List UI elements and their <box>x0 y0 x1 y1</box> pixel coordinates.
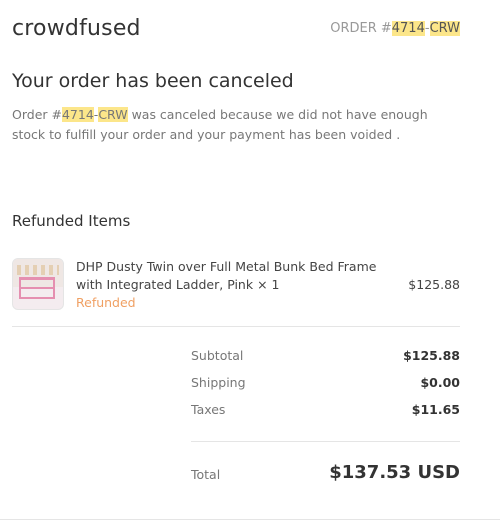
brand-name: crowdfused <box>12 16 141 41</box>
footer-divider <box>0 519 500 520</box>
order-summary: Subtotal $125.88 Shipping $0.00 Taxes $1… <box>191 348 460 429</box>
order-dash: - <box>424 21 430 36</box>
shipping-value: $0.00 <box>420 375 460 390</box>
message-order-number: 4714 <box>61 107 94 122</box>
refunded-items-title: Refunded Items <box>12 212 131 230</box>
refunded-item: DHP Dusty Twin over Full Metal Bunk Bed … <box>12 258 460 314</box>
cancel-message: Order #4714-CRW was canceled because we … <box>12 105 452 145</box>
item-name: DHP Dusty Twin over Full Metal Bunk Bed … <box>76 259 377 292</box>
order-reference: ORDER #4714-CRW <box>330 21 460 36</box>
taxes-value: $11.65 <box>411 402 460 417</box>
item-status: Refunded <box>76 295 136 310</box>
shipping-label: Shipping <box>191 375 246 390</box>
order-suffix: CRW <box>429 21 460 36</box>
subtotal-value: $125.88 <box>403 348 460 363</box>
taxes-row: Taxes $11.65 <box>191 402 460 429</box>
cancel-title: Your order has been canceled <box>12 70 294 92</box>
message-prefix: Order # <box>12 107 62 122</box>
items-divider <box>12 326 460 327</box>
item-price: $125.88 <box>408 277 460 292</box>
email-header: crowdfused ORDER #4714-CRW <box>12 16 460 48</box>
total-label: Total <box>191 467 221 482</box>
subtotal-row: Subtotal $125.88 <box>191 348 460 375</box>
total-row: Total $137.53 USD <box>191 462 460 488</box>
order-prefix: ORDER # <box>330 21 392 36</box>
subtotal-label: Subtotal <box>191 348 244 363</box>
message-order-suffix: CRW <box>98 107 128 122</box>
taxes-label: Taxes <box>191 402 226 417</box>
bunk-bed-image <box>12 258 64 310</box>
total-value: $137.53 USD <box>329 462 460 483</box>
summary-divider <box>191 441 460 442</box>
shipping-row: Shipping $0.00 <box>191 375 460 402</box>
order-number: 4714 <box>391 21 425 36</box>
